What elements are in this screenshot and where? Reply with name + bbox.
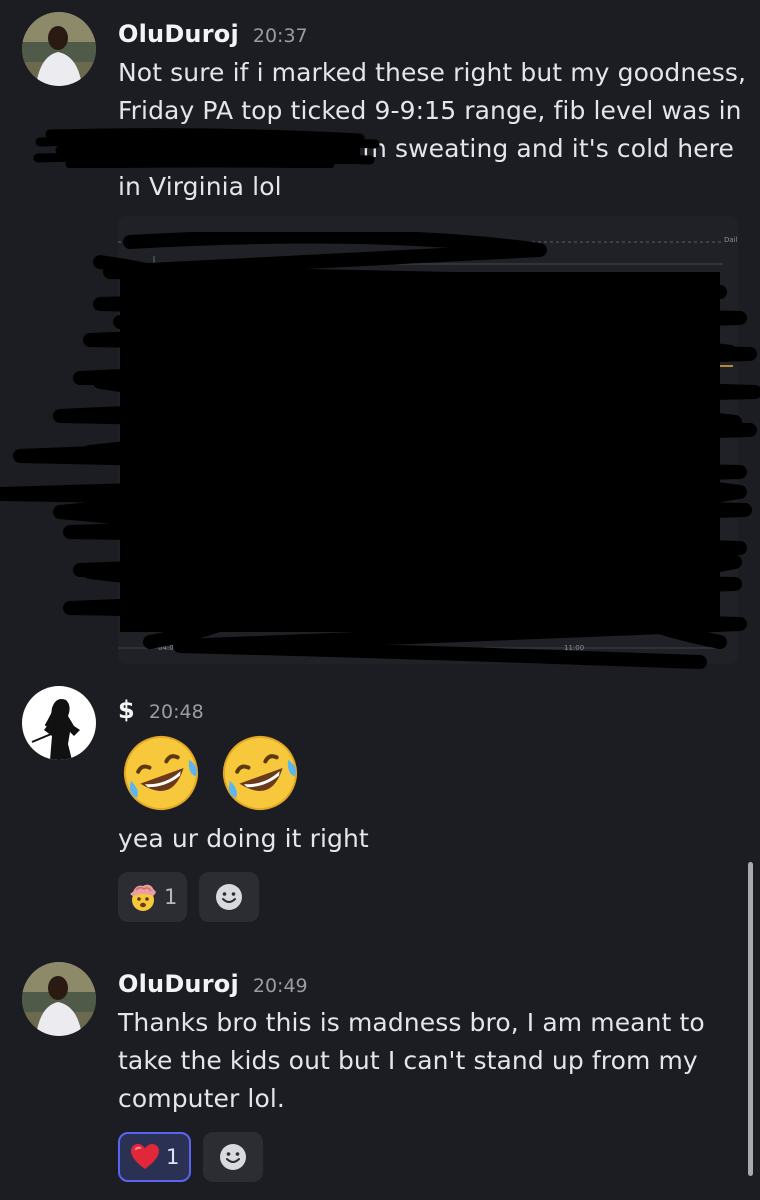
- message-line: I'm sweating and it's cold here: [348, 134, 734, 163]
- message-line: computer lol.: [118, 1084, 285, 1113]
- message-2: $ 20:48 yea ur doing it right 1: [0, 680, 740, 940]
- message-line: Friday PA top ticked 9-9:15 range, fib l…: [118, 96, 742, 125]
- chart-attachment[interactable]: Daily 04:00 05:00 11:00: [118, 216, 738, 664]
- reaction-bar: 1: [118, 872, 260, 922]
- reaction-exploding-head[interactable]: 1: [118, 872, 188, 922]
- username[interactable]: OluDuroj: [118, 20, 239, 48]
- smiley-icon: [216, 884, 243, 910]
- reaction-count: 1: [164, 885, 178, 909]
- chart-time-label: 05:00: [200, 644, 221, 652]
- smiley-icon: [220, 1144, 247, 1170]
- timestamp: 20:37: [252, 25, 308, 47]
- add-reaction-button[interactable]: [203, 1132, 264, 1182]
- avatar-oluduroj[interactable]: [22, 12, 96, 86]
- avatar-dollar[interactable]: [22, 686, 96, 760]
- rolling-on-floor-laughing-icon: [124, 736, 198, 810]
- chart-image: [118, 216, 738, 664]
- reaction-red-heart[interactable]: 1: [118, 1132, 192, 1182]
- message-3: OluDuroj 20:49 Thanks bro this is madnes…: [0, 950, 740, 1200]
- message-line: in Virginia lol: [118, 172, 282, 201]
- reaction-count: 1: [166, 1145, 180, 1169]
- message-line: Not sure if i marked these right but my …: [118, 58, 747, 87]
- rolling-on-floor-laughing-icon: [223, 736, 298, 810]
- message-line: yea ur doing it right: [118, 824, 369, 853]
- message-text: yea ur doing it right: [118, 820, 738, 858]
- avatar-oluduroj[interactable]: [22, 962, 96, 1036]
- red-heart-icon: [131, 1144, 159, 1169]
- username[interactable]: OluDuroj: [118, 970, 239, 998]
- message-line: take the kids out but I can't stand up f…: [118, 1046, 698, 1075]
- message-1: OluDuroj 20:37 Not sure if i marked thes…: [0, 0, 760, 680]
- timestamp: 20:48: [148, 701, 204, 723]
- chat-channel: OluDuroj 20:37 Not sure if i marked thes…: [0, 0, 760, 1200]
- timestamp: 20:49: [252, 975, 308, 997]
- chart-timeframe-label: Daily: [724, 236, 738, 244]
- scrollbar[interactable]: [748, 862, 753, 1176]
- username[interactable]: $: [118, 696, 135, 724]
- message-text: Thanks bro this is madness bro, I am mea…: [118, 1004, 738, 1118]
- exploding-head-icon: [130, 884, 156, 911]
- message-text: Not sure if i marked these right but my …: [118, 54, 747, 206]
- chart-time-label: 11:00: [564, 644, 585, 652]
- chart-time-label: 04:00: [158, 644, 179, 652]
- add-reaction-button[interactable]: [199, 872, 260, 922]
- emoji-row: [118, 730, 311, 820]
- reaction-bar: 1: [118, 1132, 264, 1182]
- message-line: Thanks bro this is madness bro, I am mea…: [118, 1008, 705, 1037]
